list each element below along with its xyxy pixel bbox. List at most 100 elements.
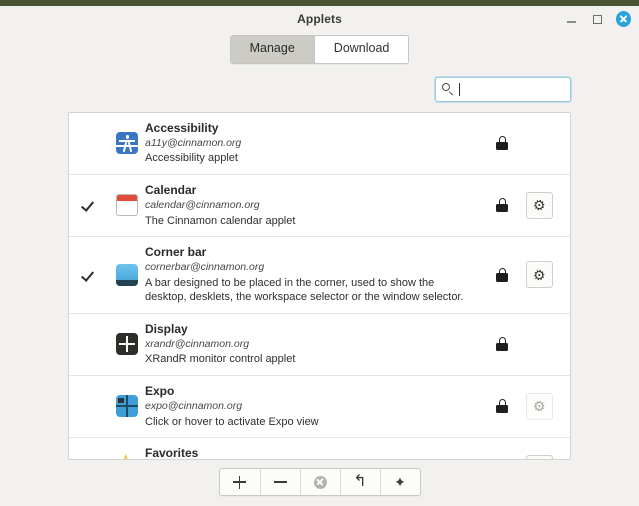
gear-icon: ⚙ — [531, 397, 547, 416]
content-area: Accessibility a11y@cinnamon.org Accessib… — [0, 76, 639, 506]
tab-download[interactable]: Download — [313, 36, 409, 63]
maximize-icon — [593, 14, 602, 24]
enabled-check-cell[interactable] — [69, 183, 109, 228]
applet-text-cell: Calendar calendar@cinnamon.org The Cinna… — [145, 183, 484, 228]
applet-name: Calendar — [145, 182, 197, 197]
applet-text-cell: Favorites favorites@cinnamon.org Access … — [145, 446, 484, 459]
settings-cell: ⚙ — [520, 455, 558, 459]
lock-icon — [496, 399, 508, 414]
applet-text-cell: Display xrandr@cinnamon.org XRandR monit… — [145, 322, 484, 367]
text-cursor — [459, 82, 460, 96]
check-icon — [82, 198, 96, 212]
check-icon — [82, 268, 96, 282]
enabled-check-cell[interactable] — [69, 121, 109, 166]
search-row — [68, 76, 571, 112]
settings-button[interactable]: ⚙ — [525, 191, 553, 219]
search-box[interactable] — [435, 76, 571, 102]
close-button[interactable] — [616, 11, 631, 27]
highlight-applet-button[interactable]: ✦ — [379, 469, 420, 495]
star-icon — [115, 452, 138, 459]
uninstall-applet-button[interactable] — [299, 469, 340, 495]
settings-button[interactable]: ⚙ — [525, 261, 553, 289]
applet-icon-cell — [109, 245, 145, 305]
circle-x-icon — [313, 475, 327, 489]
list-item[interactable]: Favorites favorites@cinnamon.org Access … — [69, 438, 570, 459]
applet-icon-cell — [109, 183, 145, 228]
applet-description: Click or hover to activate Expo view — [145, 415, 319, 428]
settings-button[interactable]: ⚙ — [525, 455, 553, 459]
remove-applet-button[interactable] — [259, 469, 300, 495]
settings-button[interactable]: ⚙ — [525, 392, 553, 420]
applet-name: Expo — [145, 383, 175, 398]
applet-text-cell: Accessibility a11y@cinnamon.org Accessib… — [145, 121, 484, 166]
enabled-check-cell[interactable] — [69, 322, 109, 367]
lock-icon — [496, 267, 508, 282]
window-title: Applets — [297, 12, 342, 26]
list-item[interactable]: Display xrandr@cinnamon.org XRandR monit… — [69, 313, 570, 376]
undo-arrow-icon: ↰ — [353, 473, 367, 490]
close-icon — [616, 11, 631, 27]
restore-defaults-button[interactable]: ↰ — [339, 469, 380, 495]
expo-icon — [116, 395, 138, 418]
applet-description: Accessibility applet — [145, 152, 238, 165]
lock-cell — [484, 399, 520, 414]
applets-window: Applets Manage Download Accessibility a1… — [0, 0, 639, 506]
add-applet-button[interactable] — [219, 469, 260, 495]
applet-uuid: xrandr@cinnamon.org — [145, 337, 250, 350]
enabled-check-cell[interactable] — [69, 384, 109, 429]
search-icon — [442, 83, 454, 96]
gear-icon: ⚙ — [531, 196, 547, 215]
applet-description: The Cinnamon calendar applet — [145, 214, 296, 227]
applet-text-cell: Corner bar cornerbar@cinnamon.org A bar … — [145, 245, 484, 305]
list-item[interactable]: Corner bar cornerbar@cinnamon.org A bar … — [69, 237, 570, 314]
enabled-check-cell[interactable] — [69, 446, 109, 459]
enabled-check-cell[interactable] — [69, 245, 109, 305]
tab-bar: Manage Download — [0, 32, 639, 77]
applet-icon-cell — [109, 322, 145, 367]
settings-cell: ⚙ — [520, 130, 558, 157]
applet-uuid: calendar@cinnamon.org — [145, 198, 260, 211]
applet-name: Display — [145, 321, 188, 336]
applet-list[interactable]: Accessibility a11y@cinnamon.org Accessib… — [69, 112, 570, 459]
applet-name: Corner bar — [145, 245, 207, 260]
tab-group: Manage Download — [229, 35, 410, 64]
applet-description: A bar designed to be placed in the corne… — [145, 276, 464, 304]
plus-icon — [233, 475, 246, 489]
lock-cell — [484, 136, 520, 151]
applet-icon-cell — [109, 446, 145, 459]
lock-icon — [496, 136, 508, 151]
lock-cell — [484, 337, 520, 352]
check-icon — [82, 136, 96, 150]
sparkle-icon: ✦ — [394, 474, 406, 490]
applet-name: Accessibility — [145, 120, 219, 135]
minimize-button[interactable] — [564, 12, 579, 27]
list-item[interactable]: Accessibility a11y@cinnamon.org Accessib… — [69, 112, 570, 175]
applet-text-cell: Expo expo@cinnamon.org Click or hover to… — [145, 384, 484, 429]
display-icon — [116, 333, 138, 356]
list-item[interactable]: Expo expo@cinnamon.org Click or hover to… — [69, 375, 570, 439]
check-icon — [82, 337, 96, 351]
applet-uuid: cornerbar@cinnamon.org — [145, 261, 265, 274]
maximize-button[interactable] — [590, 12, 605, 27]
search-input[interactable] — [464, 82, 564, 97]
accessibility-icon — [116, 132, 138, 155]
settings-cell: ⚙ — [520, 261, 558, 289]
applet-uuid: expo@cinnamon.org — [145, 399, 243, 412]
applet-list-panel: Accessibility a11y@cinnamon.org Accessib… — [68, 111, 571, 460]
minus-icon — [273, 481, 287, 483]
applet-icon-cell — [109, 384, 145, 429]
applet-name: Favorites — [145, 446, 199, 459]
lock-icon — [496, 198, 508, 213]
toolbar-button-group: ↰ ✦ — [218, 468, 421, 496]
calendar-icon — [116, 194, 138, 217]
settings-cell: ⚙ — [520, 191, 558, 219]
tab-manage[interactable]: Manage — [230, 36, 314, 63]
applet-icon-cell — [109, 121, 145, 166]
list-item[interactable]: Calendar calendar@cinnamon.org The Cinna… — [69, 174, 570, 238]
check-icon — [82, 399, 96, 413]
cornerbar-icon — [116, 263, 138, 286]
window-titlebar: Applets — [0, 6, 639, 32]
lock-cell — [484, 198, 520, 213]
bottom-toolbar: ↰ ✦ — [68, 460, 571, 506]
settings-cell: ⚙ — [520, 331, 558, 358]
